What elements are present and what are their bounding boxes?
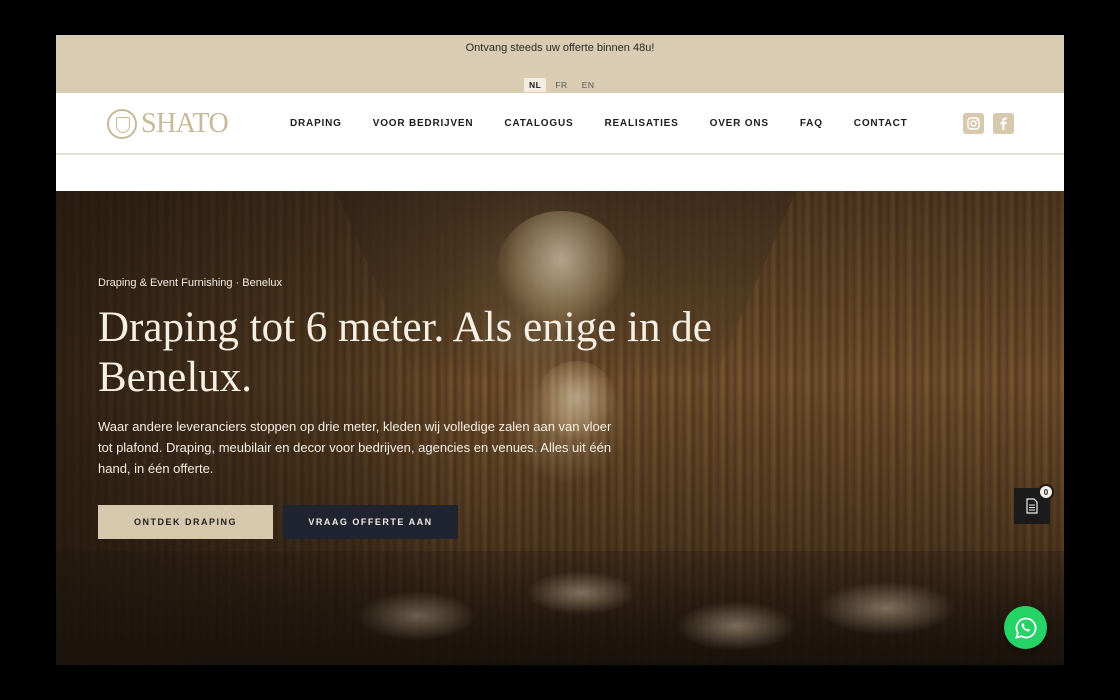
hero-section: Draping & Event Furnishing · Benelux Dra… bbox=[56, 191, 1064, 665]
dining-table-image bbox=[816, 581, 956, 635]
lang-en[interactable]: EN bbox=[577, 78, 600, 92]
site-logo[interactable]: SHATO bbox=[107, 108, 229, 140]
dining-table-image bbox=[676, 601, 796, 651]
quote-count-badge: 0 bbox=[1038, 484, 1054, 500]
logo-text: SHATO bbox=[141, 108, 229, 139]
announcement-bar: Ontvang steeds uw offerte binnen 48u! NL… bbox=[56, 35, 1064, 93]
ontdek-draping-button[interactable]: ONTDEK DRAPING bbox=[98, 505, 273, 539]
nav-voor-bedrijven[interactable]: VOOR BEDRIJVEN bbox=[373, 118, 474, 129]
main-navigation: SHATO DRAPING VOOR BEDRIJVEN CATALOGUS R… bbox=[56, 93, 1064, 155]
hero-description: Waar andere leveranciers stoppen op drie… bbox=[98, 419, 612, 476]
instagram-icon[interactable] bbox=[963, 113, 984, 134]
vraag-offerte-button[interactable]: VRAAG OFFERTE AAN bbox=[283, 505, 458, 539]
whatsapp-button[interactable] bbox=[1004, 606, 1047, 649]
hero-title: Draping tot 6 meter. Als enige in de Ben… bbox=[98, 304, 712, 401]
nav-faq[interactable]: FAQ bbox=[800, 118, 823, 129]
facebook-icon[interactable] bbox=[993, 113, 1014, 134]
nav-catalogus[interactable]: CATALOGUS bbox=[504, 118, 573, 129]
lang-nl[interactable]: NL bbox=[524, 78, 547, 92]
nav-over-ons[interactable]: OVER ONS bbox=[710, 118, 769, 129]
crest-icon bbox=[107, 109, 137, 139]
dining-table-image bbox=[526, 571, 636, 615]
hero-eyebrow: Draping & Event Furnishing · Benelux bbox=[98, 277, 283, 289]
social-links bbox=[963, 113, 1014, 134]
whatsapp-icon bbox=[1014, 617, 1036, 639]
nav-menu: DRAPING VOOR BEDRIJVEN CATALOGUS REALISA… bbox=[290, 93, 939, 153]
language-switcher: NL FR EN bbox=[524, 78, 600, 92]
nav-contact[interactable]: CONTACT bbox=[854, 118, 908, 129]
nav-realisaties[interactable]: REALISATIES bbox=[604, 118, 678, 129]
nav-draping[interactable]: DRAPING bbox=[290, 118, 342, 129]
header-spacer bbox=[56, 155, 1064, 191]
announcement-text: Ontvang steeds uw offerte binnen 48u! bbox=[465, 42, 655, 54]
lang-fr[interactable]: FR bbox=[550, 78, 572, 92]
browser-viewport: Ontvang steeds uw offerte binnen 48u! NL… bbox=[56, 35, 1064, 665]
document-icon bbox=[1026, 498, 1038, 514]
